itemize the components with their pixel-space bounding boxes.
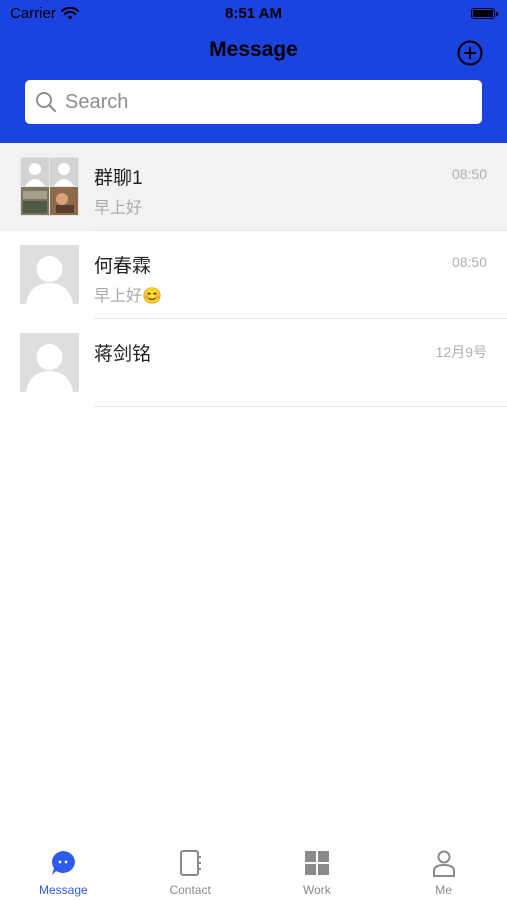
conversation-row[interactable]: 蒋剑铭 12月9号 (0, 319, 507, 407)
header-bar: Carrier 8:51 AM Message Search (0, 0, 507, 143)
tab-me[interactable]: Me (380, 840, 507, 900)
conversation-preview: 早上好 (94, 200, 143, 217)
conversation-time: 08:50 (451, 166, 487, 182)
contact-book-icon (180, 850, 202, 876)
tab-bar: Message Contact Work Me (0, 840, 507, 900)
tab-work[interactable]: Work (254, 840, 381, 900)
conversation-time: 12月9号 (435, 344, 487, 360)
tab-label: Me (435, 883, 452, 897)
default-avatar (20, 333, 79, 392)
conversation-row[interactable]: 何春霖 早上好😊 08:50 (0, 231, 507, 319)
conversation-row-group[interactable]: 群聊1 早上好 08:50 (0, 143, 507, 231)
conversation-list: 群聊1 早上好 08:50 何春霖 早上好😊 08:50 蒋剑铭 12月9号 (0, 143, 507, 407)
chat-bubble-icon (52, 851, 76, 875)
default-avatar (20, 245, 79, 304)
tab-message[interactable]: Message (0, 840, 127, 900)
search-bar[interactable]: Search (25, 80, 482, 124)
tab-contact[interactable]: Contact (127, 840, 254, 900)
battery-icon (471, 8, 498, 19)
status-time: 8:51 AM (225, 5, 282, 22)
page-title: Message (209, 38, 298, 61)
conversation-name: 何春霖 (94, 256, 152, 277)
group-avatar (20, 157, 79, 216)
status-bar: Carrier 8:51 AM (0, 0, 507, 28)
grid-icon (304, 851, 329, 875)
conversation-name: 群聊1 (94, 168, 143, 189)
conversation-time: 08:50 (451, 254, 487, 270)
conversation-preview: 早上好😊 (94, 288, 162, 305)
person-icon (432, 850, 455, 877)
plus-circle-icon[interactable] (457, 40, 483, 66)
tab-label: Message (39, 883, 88, 897)
conversation-name: 蒋剑铭 (94, 344, 152, 365)
search-input[interactable]: Search (65, 91, 128, 114)
search-icon (36, 92, 57, 113)
